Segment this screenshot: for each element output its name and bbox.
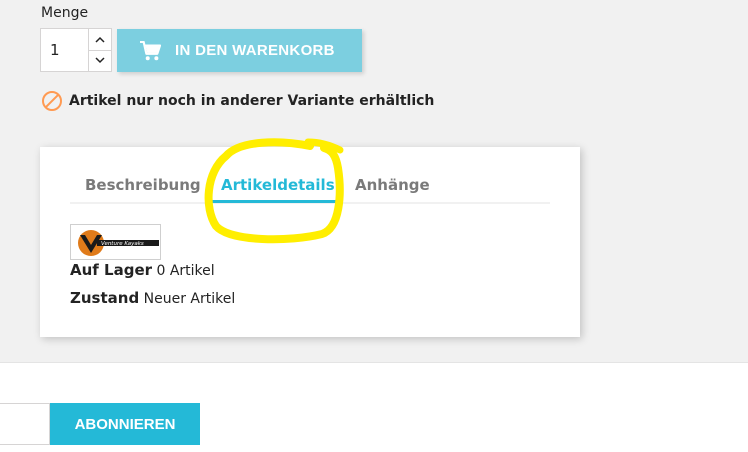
block-icon <box>42 91 62 111</box>
availability-message: Artikel nur noch in anderer Variante erh… <box>69 93 435 109</box>
brand-logo[interactable]: Venture Kayaks <box>70 224 161 260</box>
quantity-label: Menge <box>41 5 89 21</box>
active-tab-indicator <box>207 200 337 203</box>
quantity-input[interactable] <box>41 29 88 71</box>
shopping-cart-icon <box>140 40 161 60</box>
stock-label: Auf Lager <box>70 261 153 279</box>
product-tabs: Beschreibung Artikeldetails Anhänge <box>70 147 550 204</box>
chevron-up-icon <box>95 36 105 43</box>
condition-value: Neuer Artikel <box>143 291 236 307</box>
quantity-decrease-button[interactable] <box>89 49 111 71</box>
condition-label: Zustand <box>70 289 140 307</box>
tab-beschreibung[interactable]: Beschreibung <box>85 176 201 194</box>
tab-artikeldetails[interactable]: Artikeldetails <box>221 176 335 194</box>
availability-notice: Artikel nur noch in anderer Variante erh… <box>41 90 434 112</box>
quantity-stepper <box>40 28 112 72</box>
subscribe-button[interactable]: ABONNIEREN <box>50 403 200 445</box>
brand-logo-image: Venture Kayaks <box>71 225 160 259</box>
add-to-cart-button[interactable]: IN DEN WARENKORB <box>117 29 362 72</box>
newsletter-email-input[interactable] <box>0 403 50 445</box>
product-details-card: Beschreibung Artikeldetails Anhänge Vent… <box>40 147 580 337</box>
add-to-cart-label: IN DEN WARENKORB <box>175 42 335 59</box>
chevron-down-icon <box>95 57 105 64</box>
condition-row: Zustand Neuer Artikel <box>70 289 235 307</box>
quantity-increase-button[interactable] <box>89 29 111 50</box>
brand-logo-text: Venture Kayaks <box>101 241 144 247</box>
quantity-spinner <box>88 29 111 71</box>
tab-anhaenge[interactable]: Anhänge <box>355 176 430 194</box>
stock-row: Auf Lager 0 Artikel <box>70 261 215 279</box>
stock-value: 0 Artikel <box>156 263 215 279</box>
